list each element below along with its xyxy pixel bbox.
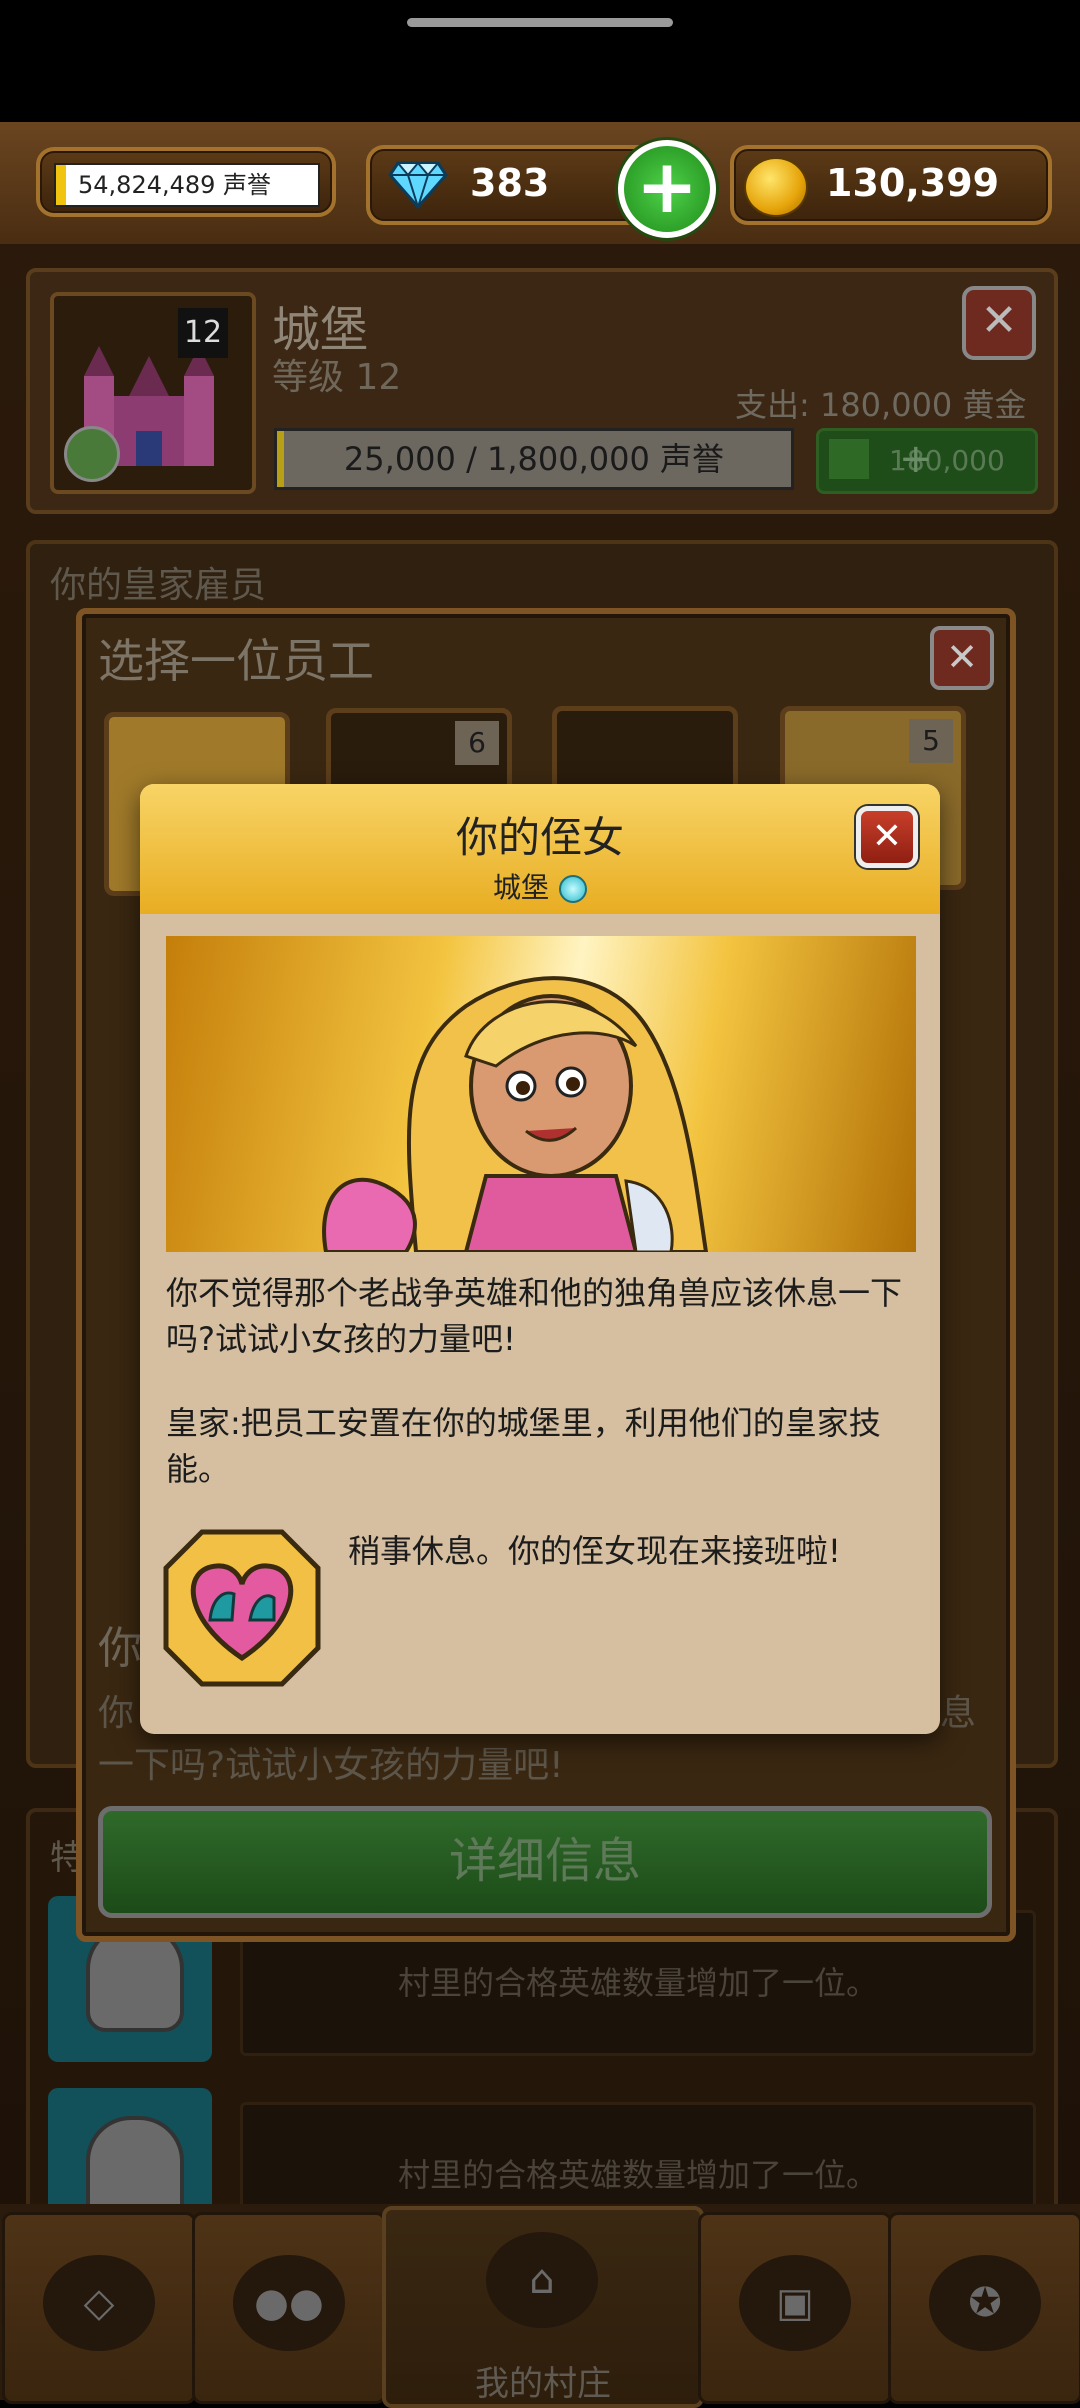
progress-text: 25,000 / 1,800,000 声誉	[343, 440, 725, 478]
gold-box: 130,399	[730, 145, 1052, 225]
gold-count: 130,399	[826, 161, 1000, 205]
choose-desc-start: 你	[98, 1693, 135, 1734]
portrait-image	[166, 936, 916, 1252]
modal-title: 你的侄女	[455, 813, 624, 862]
skill-description: 稍事休息。你的侄女现在来接班啦!	[348, 1532, 841, 1570]
notch-pill	[407, 18, 673, 27]
reputation-box: 54,824,489 声誉	[36, 147, 336, 217]
castle-close-button[interactable]: ✕	[962, 286, 1036, 360]
heart-skill-icon	[163, 1529, 321, 1687]
castle-level: 等级 12	[272, 357, 402, 398]
employee-level-badge: 6	[455, 721, 499, 765]
diamond-icon: ◇	[43, 2255, 155, 2351]
castle-cost: 支出: 180,000 黄金	[735, 386, 1027, 424]
niece-portrait	[322, 976, 709, 1252]
employee-level-badge: 5	[909, 719, 953, 763]
reputation-value: 54,824,489 声誉	[78, 171, 272, 199]
modal-paragraph-1: 你不觉得那个老战争英雄和他的独角兽应该休息一下吗?试试小女孩的力量吧!	[166, 1274, 903, 1358]
royal-staff-title: 你的皇家雇员	[50, 565, 267, 606]
gem-count: 383	[470, 161, 550, 205]
reputation-progress: 25,000 / 1,800,000 声誉	[274, 428, 794, 490]
home-icon: ⌂	[486, 2232, 598, 2328]
info-gem-icon	[559, 875, 587, 903]
nav-village-label: 我的村庄	[475, 2364, 611, 2404]
gold-coin-icon	[744, 157, 808, 217]
nav-people[interactable]: ●●	[192, 2212, 386, 2404]
choose-dialog-title: 选择一位员工	[98, 634, 374, 688]
castle-level-badge: 12	[178, 308, 228, 358]
nav-my-village[interactable]: ⌂ 我的村庄	[382, 2206, 704, 2408]
diamond-icon	[388, 161, 448, 209]
modal-subtitle-text: 城堡	[492, 871, 549, 904]
chest-icon: ▣	[739, 2255, 851, 2351]
progress-fill	[277, 431, 284, 487]
modal-paragraph-2: 皇家:把员工安置在你的城堡里，利用他们的皇家技能。	[166, 1404, 881, 1488]
nav-chest[interactable]: ▣	[698, 2212, 892, 2404]
plus-icon: +	[829, 439, 933, 479]
modal-header: 你的侄女 城堡 ✕	[140, 784, 940, 914]
modal-subtitle: 城堡	[140, 866, 940, 906]
gear-icon[interactable]	[64, 426, 120, 482]
choose-desc-end: 息	[940, 1693, 977, 1734]
reputation-field: 54,824,489 声誉	[54, 163, 320, 207]
medal-icon: ✪	[929, 2255, 1041, 2351]
details-button[interactable]: 详细信息	[98, 1806, 992, 1918]
upgrade-button[interactable]: + 180,000	[816, 428, 1038, 494]
employee-modal: 你的侄女 城堡 ✕ 你不觉得那个老战争英雄和他的独角兽应该休息一下吗?试试小女孩…	[140, 784, 940, 1734]
reputation-bar	[56, 165, 66, 205]
close-icon[interactable]: ✕	[856, 806, 918, 868]
choose-desc-heading: 你	[98, 1623, 142, 1674]
nav-medal[interactable]: ✪	[888, 2212, 1080, 2404]
details-button-label: 详细信息	[448, 1833, 641, 1889]
plus-icon: +	[635, 144, 698, 230]
buy-gems-button[interactable]: +	[618, 140, 716, 238]
choose-close-button[interactable]: ✕	[930, 626, 994, 690]
people-icon: ●●	[233, 2255, 345, 2351]
nav-gems[interactable]: ◇	[2, 2212, 196, 2404]
choose-desc-line: 一下吗?试试小女孩的力量吧!	[98, 1745, 564, 1786]
